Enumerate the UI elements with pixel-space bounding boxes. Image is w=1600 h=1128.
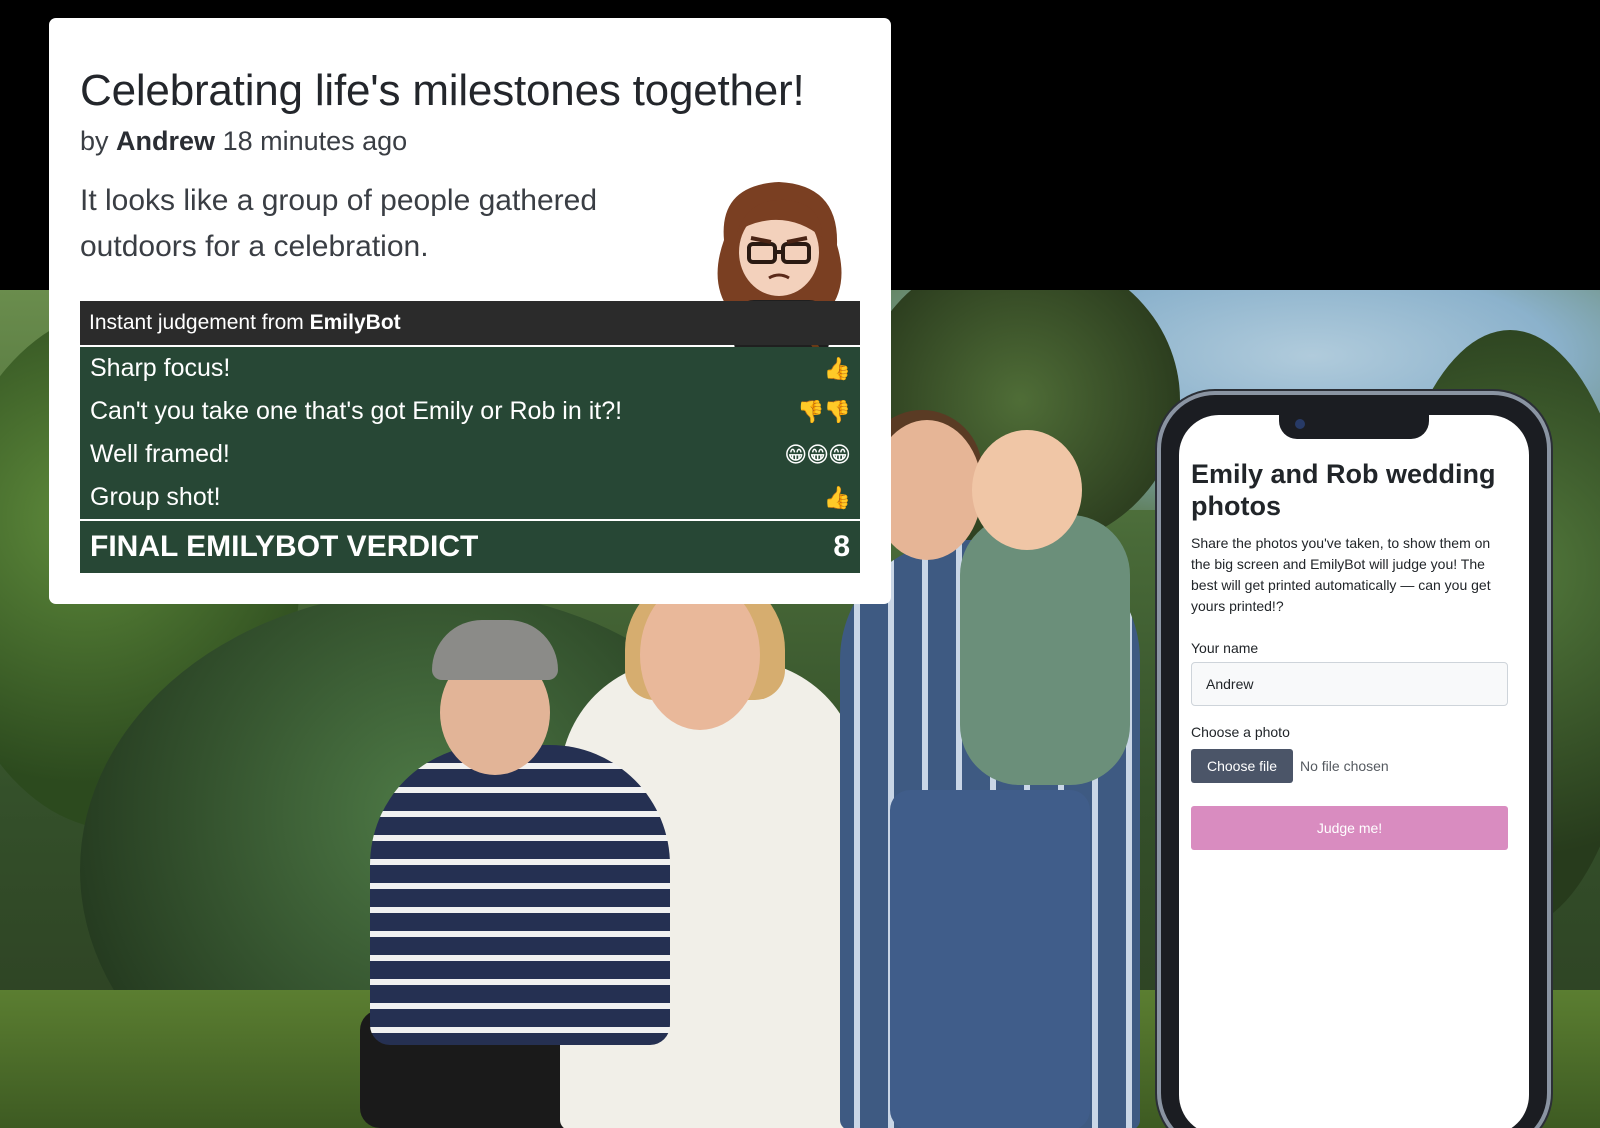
woman-jeans	[890, 790, 1090, 1128]
man-striped-sweater	[370, 745, 670, 1045]
choose-file-button[interactable]: Choose file	[1191, 749, 1293, 783]
judgement-item: Can't you take one that's got Emily or R…	[80, 390, 860, 433]
phone-screen: Emily and Rob wedding photos Share the p…	[1179, 415, 1529, 1128]
judgement-item: Sharp focus! 👍	[80, 347, 860, 390]
thumbs-up-icon: 👍	[823, 356, 851, 381]
post-time: 18 minutes ago	[222, 126, 408, 156]
upload-intro: Share the photos you've taken, to show t…	[1191, 535, 1491, 614]
judgement-header-prefix: Instant judgement from	[89, 311, 304, 334]
judgement-item-text: Well framed!	[90, 440, 230, 468]
grin-icon: 😁😁😁	[784, 442, 851, 467]
post-description: It looks like a group of people gathered…	[80, 184, 598, 263]
final-verdict: FINAL EMILYBOT VERDICT 8	[80, 521, 860, 573]
post-card: Celebrating life's milestones together! …	[49, 18, 891, 604]
thumbs-up-icon: 👍	[823, 485, 851, 510]
name-input[interactable]	[1191, 662, 1508, 706]
post-title: Celebrating life's milestones together!	[80, 66, 805, 115]
judgement-item-text: Sharp focus!	[90, 354, 231, 382]
byline-prefix: by	[80, 126, 109, 156]
upload-page-title: Emily and Rob wedding photos	[1191, 459, 1496, 521]
judgement-item: Well framed! 😁😁😁	[80, 433, 860, 476]
name-label: Your name	[1191, 640, 1259, 656]
phone-frame: Emily and Rob wedding photos Share the p…	[1157, 391, 1551, 1128]
judge-me-button[interactable]: Judge me!	[1191, 806, 1508, 850]
judgement-item-text: Group shot!	[90, 483, 221, 511]
verdict-score: 8	[833, 530, 850, 563]
post-byline: by Andrew 18 minutes ago	[80, 126, 407, 157]
baby-head	[972, 430, 1082, 550]
judgement-bot-name: EmilyBot	[309, 311, 401, 334]
judgement-header: Instant judgement from EmilyBot	[80, 301, 860, 345]
judgement-item: Group shot! 👍	[80, 476, 860, 519]
file-status: No file chosen	[1300, 758, 1389, 774]
camera-icon	[1295, 419, 1305, 429]
judgement-item-text: Can't you take one that's got Emily or R…	[90, 397, 623, 425]
post-author: Andrew	[116, 126, 216, 156]
thumbs-down-icon: 👎👎	[797, 399, 851, 424]
photo-label: Choose a photo	[1191, 724, 1290, 740]
phone-notch	[1279, 415, 1429, 439]
baby-body	[960, 515, 1130, 785]
judgement-list: Sharp focus! 👍 Can't you take one that's…	[80, 347, 860, 519]
verdict-label: FINAL EMILYBOT VERDICT	[90, 530, 479, 563]
